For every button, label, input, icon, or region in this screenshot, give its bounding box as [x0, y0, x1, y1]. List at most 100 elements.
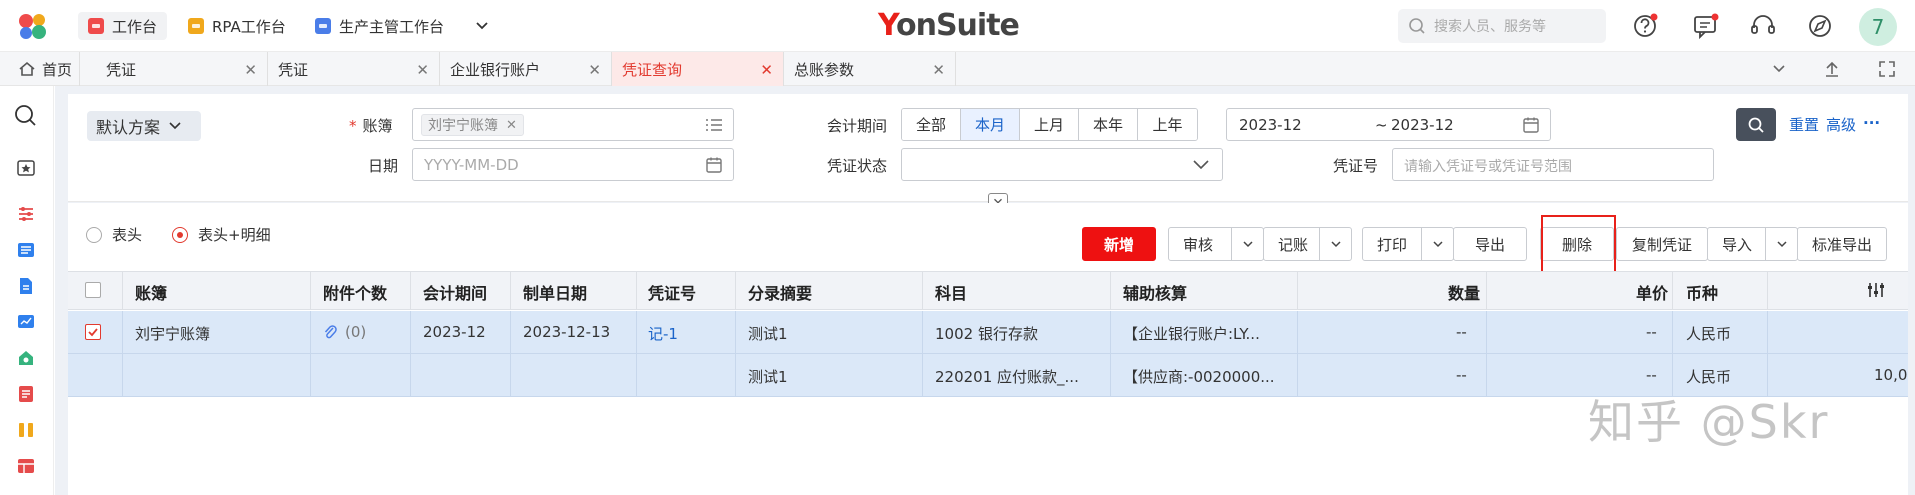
tab-label: 凭证 [278, 60, 309, 79]
copy-voucher-button[interactable]: 复制凭证 [1616, 227, 1708, 261]
workbench-tab-rpa[interactable]: RPA工作台 [178, 12, 296, 40]
tab-gl-parameters[interactable]: 总账参数 ✕ [784, 52, 956, 86]
col-summary[interactable]: 分录摘要 [748, 280, 812, 304]
audit-button[interactable]: 审核 [1168, 227, 1264, 261]
tab-label: 总账参数 [794, 60, 855, 79]
finance-icon[interactable] [16, 348, 36, 368]
column-settings-icon[interactable] [1866, 281, 1886, 299]
chevron-down-icon[interactable] [1231, 228, 1263, 260]
row-checkbox[interactable] [85, 324, 101, 340]
tab-voucher-2[interactable]: 凭证 ✕ [268, 52, 440, 86]
avatar[interactable]: 7 [1859, 8, 1897, 46]
ledger-field[interactable]: 刘宇宁账簿 ✕ [412, 108, 734, 141]
report-icon[interactable] [16, 312, 36, 332]
period-option-last-month[interactable]: 上月 [1020, 109, 1079, 140]
col-unit-price[interactable]: 单价 [1636, 280, 1668, 304]
cell-aux: 【供应商:-0020000... [1123, 368, 1275, 386]
favorite-icon[interactable] [16, 158, 36, 178]
col-voucher-no[interactable]: 凭证号 [648, 280, 696, 304]
col-attachments[interactable]: 附件个数 [323, 280, 387, 304]
voucher-no-input[interactable]: 请输入凭证号或凭证号范围 [1392, 148, 1714, 181]
col-made-date[interactable]: 制单日期 [523, 280, 587, 304]
columns-icon[interactable] [16, 420, 36, 440]
advanced-link[interactable]: 高级 [1826, 114, 1856, 135]
app-launcher-icon[interactable] [16, 12, 50, 40]
workbench-tab-home[interactable]: 工作台 [78, 12, 168, 40]
period-segmented: 全部 本月 上月 本年 上年 [901, 108, 1198, 141]
chevron-down-icon[interactable] [1319, 228, 1351, 260]
rpa-icon [188, 18, 204, 34]
export-button[interactable]: 导出 [1453, 227, 1527, 261]
radio-header-detail[interactable]: 表头+明细 [172, 224, 271, 245]
period-label: 会计期间 [827, 117, 888, 135]
search-icon[interactable] [14, 104, 38, 128]
workbench-tab-production[interactable]: 生产主管工作台 [305, 12, 454, 40]
voucher-no-placeholder: 请输入凭证号或凭证号范围 [1404, 159, 1572, 175]
list-icon[interactable] [16, 240, 36, 260]
status-select[interactable] [901, 148, 1223, 181]
close-icon[interactable]: ✕ [588, 61, 601, 79]
chevron-down-icon[interactable] [1765, 228, 1797, 260]
chevron-down-icon[interactable] [1769, 59, 1789, 79]
period-option-last-year[interactable]: 上年 [1138, 109, 1197, 140]
select-all-checkbox[interactable] [85, 282, 101, 298]
close-icon[interactable]: ✕ [506, 118, 517, 133]
list-picker-icon[interactable] [705, 117, 723, 133]
cell-made-date: 2023-12-13 [523, 323, 611, 341]
table-icon[interactable] [16, 456, 36, 476]
tab-voucher-query[interactable]: 凭证查询 ✕ [612, 52, 784, 86]
message-icon[interactable] [1691, 12, 1719, 40]
new-button[interactable]: 新增 [1082, 227, 1156, 261]
page-tab-strip: 首页 凭证 ✕ 凭证 ✕ 企业银行账户 ✕ 凭证查询 ✕ 总账参数 ✕ [0, 52, 1915, 86]
close-icon[interactable]: ✕ [760, 61, 773, 79]
compass-icon[interactable] [1806, 12, 1834, 40]
document-icon[interactable] [16, 276, 36, 296]
cell-attachments[interactable]: (0) [323, 323, 366, 341]
col-ledger[interactable]: 账簿 [135, 280, 167, 304]
ledger-icon[interactable] [16, 384, 36, 404]
voucher-no-label: 凭证号 [1333, 157, 1379, 175]
tab-enterprise-bank-account[interactable]: 企业银行账户 ✕ [440, 52, 612, 86]
upload-icon[interactable] [1822, 59, 1842, 79]
col-currency[interactable]: 币种 [1686, 280, 1718, 304]
date-field[interactable]: YYYY-MM-DD [412, 148, 734, 181]
calendar-icon [1523, 117, 1539, 133]
cell-summary: 测试1 [748, 325, 788, 343]
close-icon[interactable]: ✕ [932, 61, 945, 79]
col-quantity[interactable]: 数量 [1448, 280, 1480, 304]
headset-icon[interactable] [1749, 12, 1777, 40]
cell-voucher-no-link[interactable]: 记-1 [648, 323, 678, 344]
tab-voucher-1[interactable]: 凭证 ✕ [96, 52, 268, 86]
reset-link[interactable]: 重置 [1789, 114, 1819, 135]
period-option-all[interactable]: 全部 [902, 109, 961, 140]
cell-summary: 测试1 [748, 368, 788, 386]
radio-header[interactable]: 表头 [86, 224, 142, 245]
period-option-this-month[interactable]: 本月 [961, 109, 1020, 140]
search-placeholder: 搜索人员、服务等 [1434, 19, 1546, 35]
search-button[interactable] [1736, 108, 1776, 141]
post-button[interactable]: 记账 [1263, 227, 1352, 261]
period-range-field[interactable]: 2023-12 ~ 2023-12 [1226, 108, 1551, 141]
scheme-label: 默认方案 [96, 118, 161, 137]
radio-dot [86, 226, 102, 243]
chevron-down-icon[interactable] [474, 18, 490, 34]
fullscreen-icon[interactable] [1877, 59, 1897, 79]
chevron-down-icon[interactable] [1421, 228, 1453, 260]
help-icon[interactable] [1631, 12, 1659, 40]
tab-home[interactable]: 首页 [0, 52, 80, 86]
col-aux[interactable]: 辅助核算 [1123, 280, 1187, 304]
print-button[interactable]: 打印 [1362, 227, 1454, 261]
scheme-selector[interactable]: 默认方案 [87, 111, 201, 141]
import-button[interactable]: 导入 [1707, 227, 1798, 261]
more-link[interactable]: ··· [1863, 114, 1880, 132]
audit-label: 审核 [1183, 235, 1214, 254]
col-subject[interactable]: 科目 [935, 280, 967, 304]
col-period[interactable]: 会计期间 [423, 280, 487, 304]
period-option-this-year[interactable]: 本年 [1079, 109, 1138, 140]
global-search[interactable]: 搜索人员、服务等 [1398, 9, 1606, 43]
settings-sliders-icon[interactable] [16, 204, 36, 224]
standard-export-button[interactable]: 标准导出 [1797, 227, 1887, 261]
close-icon[interactable]: ✕ [244, 61, 257, 79]
required-mark: * [349, 117, 357, 135]
close-icon[interactable]: ✕ [416, 61, 429, 79]
